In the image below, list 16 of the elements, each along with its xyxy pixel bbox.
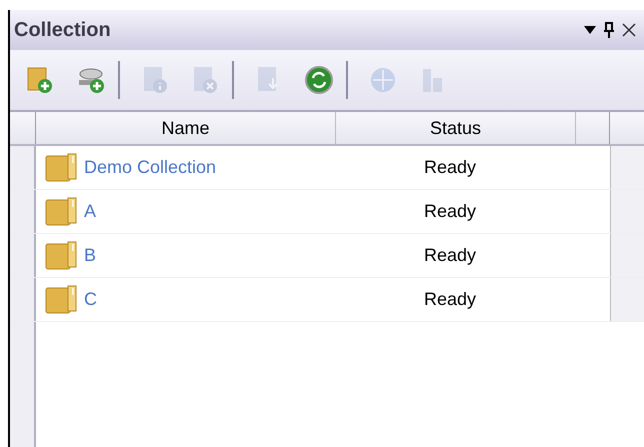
close-icon[interactable] <box>622 23 636 37</box>
pin-icon[interactable] <box>604 22 614 38</box>
status-cell-text: Ready <box>424 244 476 267</box>
status-cell-text: Ready <box>424 200 476 223</box>
status-cell-text: Ready <box>424 156 476 179</box>
collection-name[interactable]: Demo Collection <box>84 154 216 181</box>
collection-name[interactable]: B <box>84 242 96 269</box>
collection-name[interactable]: A <box>84 198 96 225</box>
status-cell-text: Ready <box>424 288 476 311</box>
panel-title: Collection <box>14 18 111 43</box>
column-header[interactable]: Name <box>36 112 336 144</box>
row-selector[interactable] <box>10 146 36 189</box>
refresh-icon <box>303 64 335 96</box>
dropdown-icon[interactable] <box>584 26 596 34</box>
column-header[interactable]: Status <box>336 112 576 144</box>
collection-name[interactable]: C <box>84 286 97 313</box>
